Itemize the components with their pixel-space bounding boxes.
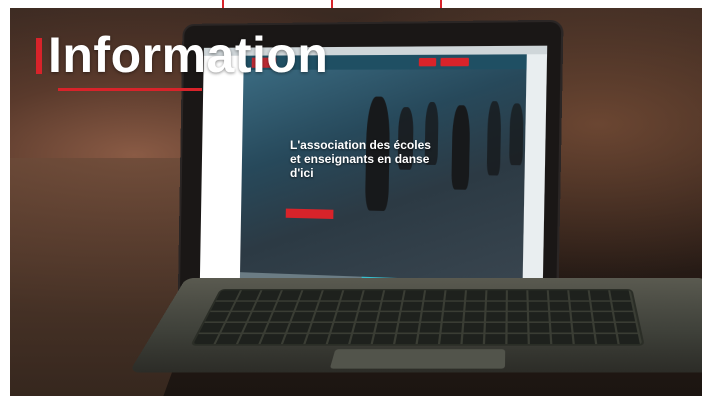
- dancer-figure: [486, 101, 502, 176]
- key-row: [198, 332, 641, 335]
- laptop-trackpad: [329, 349, 506, 369]
- dancer-figure: [509, 103, 524, 166]
- laptop-base: [129, 278, 702, 373]
- background-photo: L'association des écoles et enseignants …: [10, 8, 702, 396]
- key-row: [210, 310, 636, 313]
- dancer-figure: [451, 105, 471, 190]
- information-heading: Information: [36, 30, 328, 80]
- heading-underline: [58, 88, 202, 91]
- nav-red-button: [418, 57, 437, 67]
- nav-red-button-2: [440, 57, 469, 67]
- top-tick-mark: [331, 0, 333, 8]
- laptop-hero-title: L'association des écoles et enseignants …: [290, 138, 431, 180]
- heading-text: Information: [48, 27, 329, 83]
- hero-cta-button: [285, 208, 334, 219]
- top-tick-mark: [222, 0, 224, 8]
- browser-side-panel: [199, 55, 244, 301]
- key-row: [204, 321, 638, 323]
- key-row: [215, 300, 634, 302]
- heading-accent-bar: [36, 38, 42, 74]
- laptop-keyboard: [193, 290, 643, 345]
- top-tick-mark: [440, 0, 442, 8]
